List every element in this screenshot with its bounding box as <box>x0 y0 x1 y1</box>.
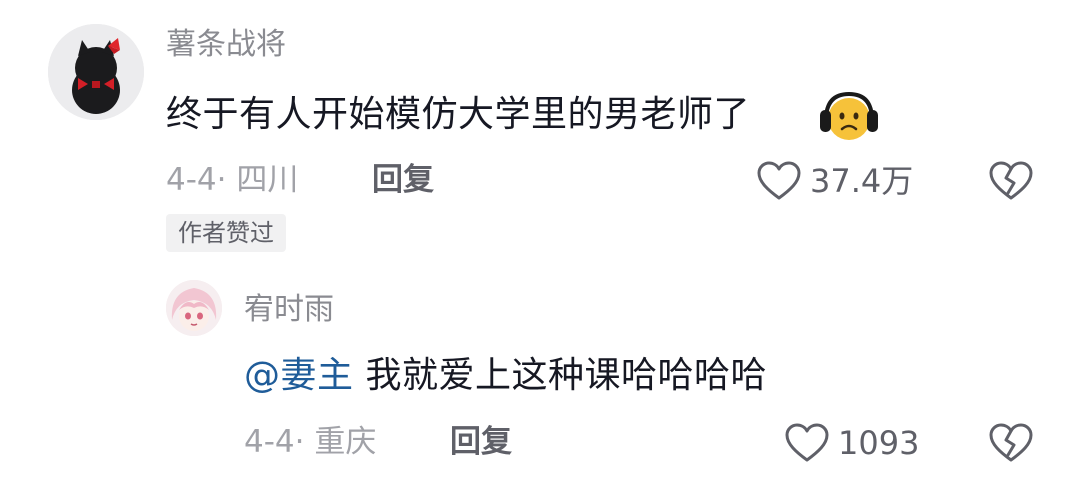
like-count: 37.4万 <box>810 162 914 200</box>
broken-heart-icon <box>989 423 1033 462</box>
comment-username[interactable]: 薯条战将 <box>166 30 286 60</box>
reply-button[interactable]: 回复 <box>372 165 434 196</box>
author-liked-badge: 作者赞过 <box>166 214 286 252</box>
comment-text: 终于有人开始模仿大学里的男老师了 <box>166 97 750 133</box>
reply-like-button[interactable] <box>784 422 830 464</box>
reply-meta: 4-4· 重庆 <box>244 427 376 458</box>
broken-heart-icon <box>989 161 1033 200</box>
heart-icon <box>757 161 801 200</box>
anime-girl-avatar-icon <box>166 280 222 336</box>
heart-icon <box>785 423 829 462</box>
headphones-worried-face-emoji-icon <box>818 92 880 142</box>
black-cat-avatar-icon <box>48 24 144 120</box>
reply-date: 4-4 <box>244 424 295 460</box>
dislike-button[interactable] <box>988 160 1034 202</box>
comment-date: 4-4 <box>166 162 217 198</box>
like-button[interactable] <box>756 160 802 202</box>
reply-like-count: 1093 <box>838 424 920 462</box>
mention-link[interactable]: @妻主 <box>244 355 354 396</box>
reply-dislike-button[interactable] <box>988 422 1034 464</box>
reply-username[interactable]: 宥时雨 <box>244 295 334 325</box>
comment-body: 终于有人开始模仿大学里的男老师了 <box>166 94 751 135</box>
reply-location: 重庆 <box>314 424 377 460</box>
reply-reply-button[interactable]: 回复 <box>450 427 512 458</box>
reply-text: @妻主 我就爱上这种课哈哈哈哈 <box>244 358 767 394</box>
avatar[interactable] <box>48 24 144 120</box>
comment-meta: 4-4· 四川 <box>166 165 298 196</box>
reply-avatar[interactable] <box>166 280 222 336</box>
comment-location: 四川 <box>236 162 299 198</box>
reply-body: 我就爱上这种课哈哈哈哈 <box>365 355 767 396</box>
meta-separator: · <box>216 162 227 198</box>
meta-separator: · <box>294 424 305 460</box>
